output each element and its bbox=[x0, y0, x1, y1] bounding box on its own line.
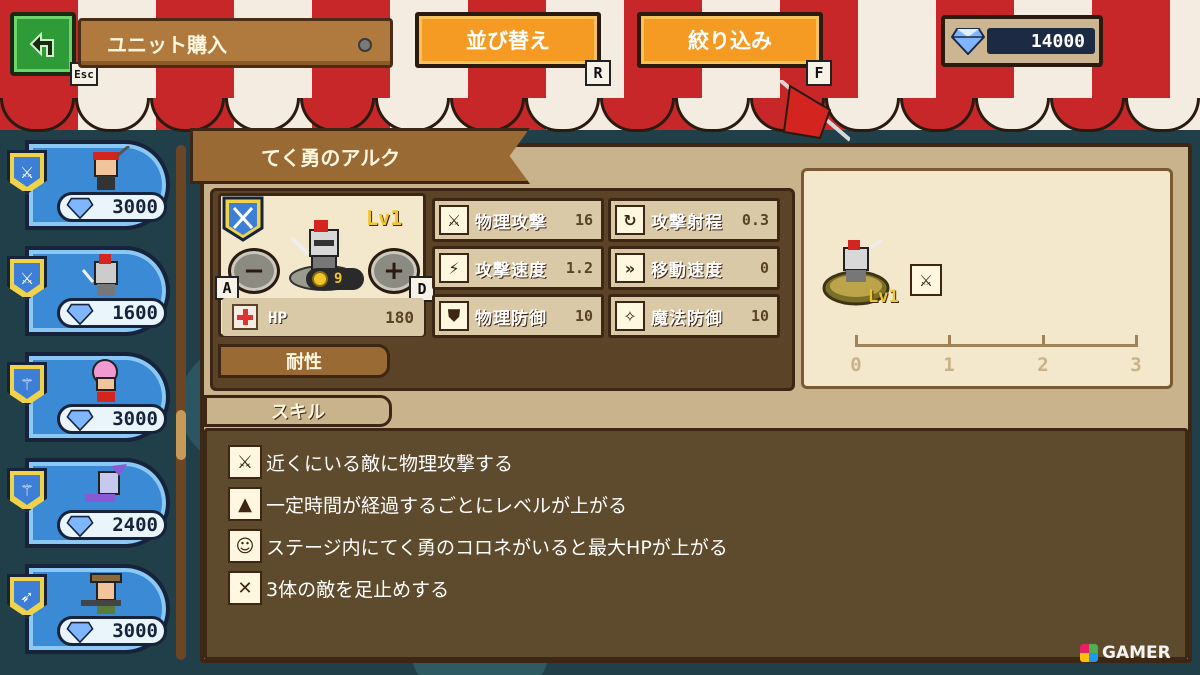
range-axis bbox=[856, 344, 1138, 347]
skill-item: ⚔ 近くにいる敵に物理攻撃する bbox=[228, 444, 513, 480]
range-axis-label: 1 bbox=[943, 354, 955, 376]
page-title-text: ユニット購入 bbox=[107, 32, 227, 57]
diamond-icon bbox=[66, 303, 94, 325]
unit-portrait bbox=[85, 464, 127, 502]
sword-icon: ⚔ bbox=[439, 205, 469, 235]
level-down-key-hint: A bbox=[215, 276, 239, 300]
gem-balance: 14000 bbox=[941, 15, 1103, 67]
block-icon: ✕ bbox=[228, 571, 262, 605]
sword-class-badge-icon bbox=[222, 196, 264, 242]
filter-button[interactable]: 絞り込み bbox=[637, 12, 823, 68]
melee-attack-icon: ⚔ bbox=[910, 264, 942, 296]
skill-item: ☺ ステージ内にてく勇のコロネがいると最大HPが上がる bbox=[228, 528, 728, 564]
range-axis-tick bbox=[855, 335, 858, 347]
unit-level: Lv1 bbox=[366, 206, 403, 230]
diamond-icon bbox=[66, 197, 94, 219]
skill-text: 一定時間が経過するごとにレベルが上がる bbox=[266, 494, 628, 517]
diamond-icon bbox=[66, 621, 94, 643]
gem-count: 14000 bbox=[987, 28, 1095, 54]
flag-icon bbox=[780, 80, 850, 142]
stat-physical-attack: ⚔ 物理攻撃 16 bbox=[432, 198, 604, 242]
range-axis-label: 2 bbox=[1037, 354, 1049, 376]
nail-icon bbox=[358, 38, 372, 52]
back-arrow-icon bbox=[29, 31, 54, 57]
unit-portrait bbox=[93, 146, 130, 190]
stat-move-speed: » 移動速度 0 bbox=[608, 246, 780, 290]
unit-portrait bbox=[81, 573, 122, 614]
melee-attack-icon: ⚔ bbox=[228, 445, 262, 479]
unit-cost: 1600 bbox=[112, 302, 158, 324]
unit-portrait bbox=[81, 254, 118, 296]
upgrade-cost-value: 9 bbox=[334, 271, 343, 287]
resistance-tab[interactable]: 耐性 bbox=[218, 344, 390, 378]
range-axis-tick bbox=[948, 335, 951, 347]
stat-attack-speed: ⚡ 攻撃速度 1.2 bbox=[432, 246, 604, 290]
magic-shield-icon: ✧ bbox=[615, 301, 645, 331]
unit-portrait bbox=[92, 359, 118, 402]
hp-value: 180 bbox=[385, 307, 414, 327]
diamond-icon bbox=[951, 28, 985, 55]
skill-text: 3体の敵を足止めする bbox=[266, 578, 450, 601]
level-up-icon: ▲ bbox=[228, 487, 262, 521]
skills-tab[interactable]: スキル bbox=[204, 395, 392, 427]
unit-cost: 3000 bbox=[112, 408, 158, 430]
move-icon: » bbox=[615, 253, 645, 283]
unit-cost: 2400 bbox=[112, 514, 158, 536]
diamond-icon bbox=[66, 409, 94, 431]
range-axis-tick bbox=[1042, 335, 1045, 347]
unit-list-scroll-thumb[interactable] bbox=[176, 410, 186, 460]
unit-list-scrollbar[interactable] bbox=[176, 145, 186, 660]
range-axis-tick bbox=[1135, 335, 1138, 347]
hp-label: HP bbox=[268, 307, 288, 327]
range-axis-label: 0 bbox=[850, 354, 862, 376]
back-button[interactable] bbox=[10, 12, 76, 76]
stat-attack-range: ↻ 攻撃射程 0.3 bbox=[608, 198, 780, 242]
skill-item: ▲ 一定時間が経過するごとにレベルが上がる bbox=[228, 486, 627, 522]
range-icon: ↻ bbox=[615, 205, 645, 235]
face-icon: ☺ bbox=[228, 529, 262, 563]
hp-cross-icon bbox=[232, 304, 258, 330]
sort-key-hint: R bbox=[585, 60, 611, 86]
gamer-logo-icon bbox=[1080, 644, 1098, 662]
stat-physical-defense: ⛊ 物理防御 10 bbox=[432, 294, 604, 338]
diamond-icon bbox=[66, 515, 94, 537]
unit-cost: 3000 bbox=[112, 620, 158, 642]
sort-button[interactable]: 並び替え bbox=[415, 12, 601, 68]
watermark-text: GAMER bbox=[1102, 643, 1171, 663]
skill-text: 近くにいる敵に物理攻撃する bbox=[266, 452, 514, 475]
speed-icon: ⚡ bbox=[439, 253, 469, 283]
range-axis-label: 3 bbox=[1130, 354, 1142, 376]
skill-text: ステージ内にてく勇のコロネがいると最大HPが上がる bbox=[266, 536, 728, 559]
shield-icon: ⛊ bbox=[439, 301, 469, 331]
unit-name-banner: てく勇のアルク bbox=[190, 128, 530, 184]
unit-name: てく勇のアルク bbox=[261, 145, 401, 170]
coin-icon bbox=[312, 271, 328, 287]
skill-item: ✕ 3体の敵を足止めする bbox=[228, 570, 449, 606]
upgrade-cost: 9 bbox=[306, 268, 364, 290]
unit-cost: 3000 bbox=[112, 196, 158, 218]
awning-scallops bbox=[0, 98, 1200, 132]
watermark: GAMER bbox=[1080, 643, 1171, 663]
stat-magic-defense: ✧ 魔法防御 10 bbox=[608, 294, 780, 338]
range-unit-level: Lv1 bbox=[868, 287, 899, 307]
hp-stat: HP 180 bbox=[222, 298, 424, 336]
page-title: ユニット購入 bbox=[78, 18, 393, 68]
